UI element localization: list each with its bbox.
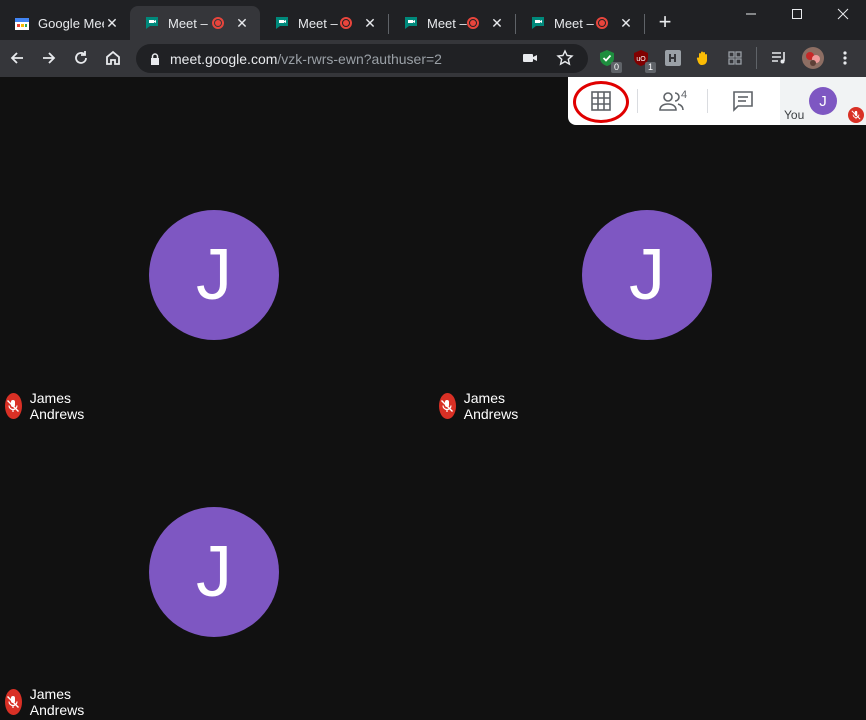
new-tab-button[interactable]: +: [654, 11, 676, 33]
tab-google-meet[interactable]: Google Mee ✕: [0, 6, 130, 40]
recording-indicator-icon: [596, 17, 608, 29]
toolbar-separator: [756, 47, 757, 69]
recording-indicator-icon: [212, 17, 224, 29]
tab-meet[interactable]: Meet – ✕: [516, 6, 644, 40]
muted-mic-icon: [5, 689, 22, 715]
extension-badge: 1: [644, 62, 656, 73]
url-path: /vzk-rwrs-ewn?authuser=2: [277, 50, 442, 67]
minimize-button[interactable]: [728, 0, 774, 28]
ublock-extension-icon[interactable]: uO 1: [632, 49, 656, 73]
tab-title: Google Mee: [38, 15, 104, 31]
muted-mic-icon: [439, 393, 456, 419]
tab-meet-active[interactable]: Meet – ✕: [130, 6, 260, 40]
self-avatar: J: [809, 87, 837, 115]
shield-extension-icon[interactable]: 0: [598, 49, 622, 73]
participant-name: James Andrews: [29, 686, 85, 718]
meet-favicon-icon: [403, 15, 419, 31]
self-view-tile[interactable]: J You: [780, 77, 866, 125]
forward-button[interactable]: [36, 45, 62, 71]
close-window-button[interactable]: [820, 0, 866, 28]
close-tab-icon[interactable]: ✕: [489, 15, 505, 31]
panel-divider: [707, 89, 708, 113]
close-tab-icon[interactable]: ✕: [104, 15, 120, 31]
meet-favicon-icon: [274, 15, 290, 31]
tab-title: Meet –: [554, 15, 594, 31]
participant-avatar: J: [149, 507, 279, 637]
back-button[interactable]: [4, 45, 30, 71]
browser-toolbar: meet.google.com/vzk-rwrs-ewn?authuser=2 …: [0, 40, 866, 77]
people-count: 4: [681, 89, 688, 101]
bookmark-star-icon[interactable]: [556, 49, 574, 72]
participant-avatar: J: [149, 210, 279, 340]
media-control-icon[interactable]: [770, 49, 788, 67]
hand-extension-icon[interactable]: [694, 49, 712, 67]
profile-avatar-icon[interactable]: [802, 47, 824, 69]
grey-extension-icon[interactable]: [664, 49, 682, 67]
tab-meet[interactable]: Meet – ✕: [389, 6, 515, 40]
close-tab-icon[interactable]: ✕: [618, 15, 634, 31]
highlight-annotation-circle: [573, 81, 629, 123]
browser-menu-icon[interactable]: [836, 49, 854, 67]
grid-extension-icon[interactable]: [726, 49, 744, 67]
address-bar[interactable]: meet.google.com/vzk-rwrs-ewn?authuser=2: [136, 44, 588, 73]
meet-favicon-icon: [144, 15, 160, 31]
close-tab-icon[interactable]: ✕: [234, 15, 250, 31]
muted-mic-icon: [5, 393, 22, 419]
self-label: You: [784, 108, 805, 122]
participant-name: James Andrews: [463, 390, 519, 422]
home-button[interactable]: [100, 45, 126, 71]
meet-favicon-icon: [530, 15, 546, 31]
tab-meet[interactable]: Meet – ✕: [260, 6, 388, 40]
tab-title: Meet –: [427, 15, 467, 31]
maximize-button[interactable]: [774, 0, 820, 28]
tab-separator: [644, 14, 645, 34]
url-host: meet.google.com: [170, 50, 278, 67]
extension-badge: 0: [610, 62, 622, 73]
participant-avatar: J: [582, 210, 712, 340]
panel-divider: [637, 89, 638, 113]
tab-title: Meet –: [168, 15, 208, 31]
browser-window: Google Mee ✕ Meet – ✕ Meet – ✕ Meet – ✕ …: [0, 0, 866, 720]
camera-in-use-icon[interactable]: [522, 51, 538, 70]
reload-button[interactable]: [68, 45, 94, 71]
participant-name: James Andrews: [29, 390, 85, 422]
chat-icon: [733, 91, 753, 112]
chat-button[interactable]: [723, 85, 763, 117]
calendar-favicon-icon: [14, 15, 30, 31]
tab-title: Meet –: [298, 15, 338, 31]
close-tab-icon[interactable]: ✕: [362, 15, 378, 31]
muted-mic-icon: [848, 107, 864, 123]
url-text[interactable]: meet.google.com/vzk-rwrs-ewn?authuser=2: [170, 51, 442, 67]
recording-indicator-icon: [340, 17, 352, 29]
tab-strip: Google Mee ✕ Meet – ✕ Meet – ✕ Meet – ✕ …: [0, 0, 866, 40]
lock-icon[interactable]: [148, 52, 162, 66]
recording-indicator-icon: [467, 17, 479, 29]
